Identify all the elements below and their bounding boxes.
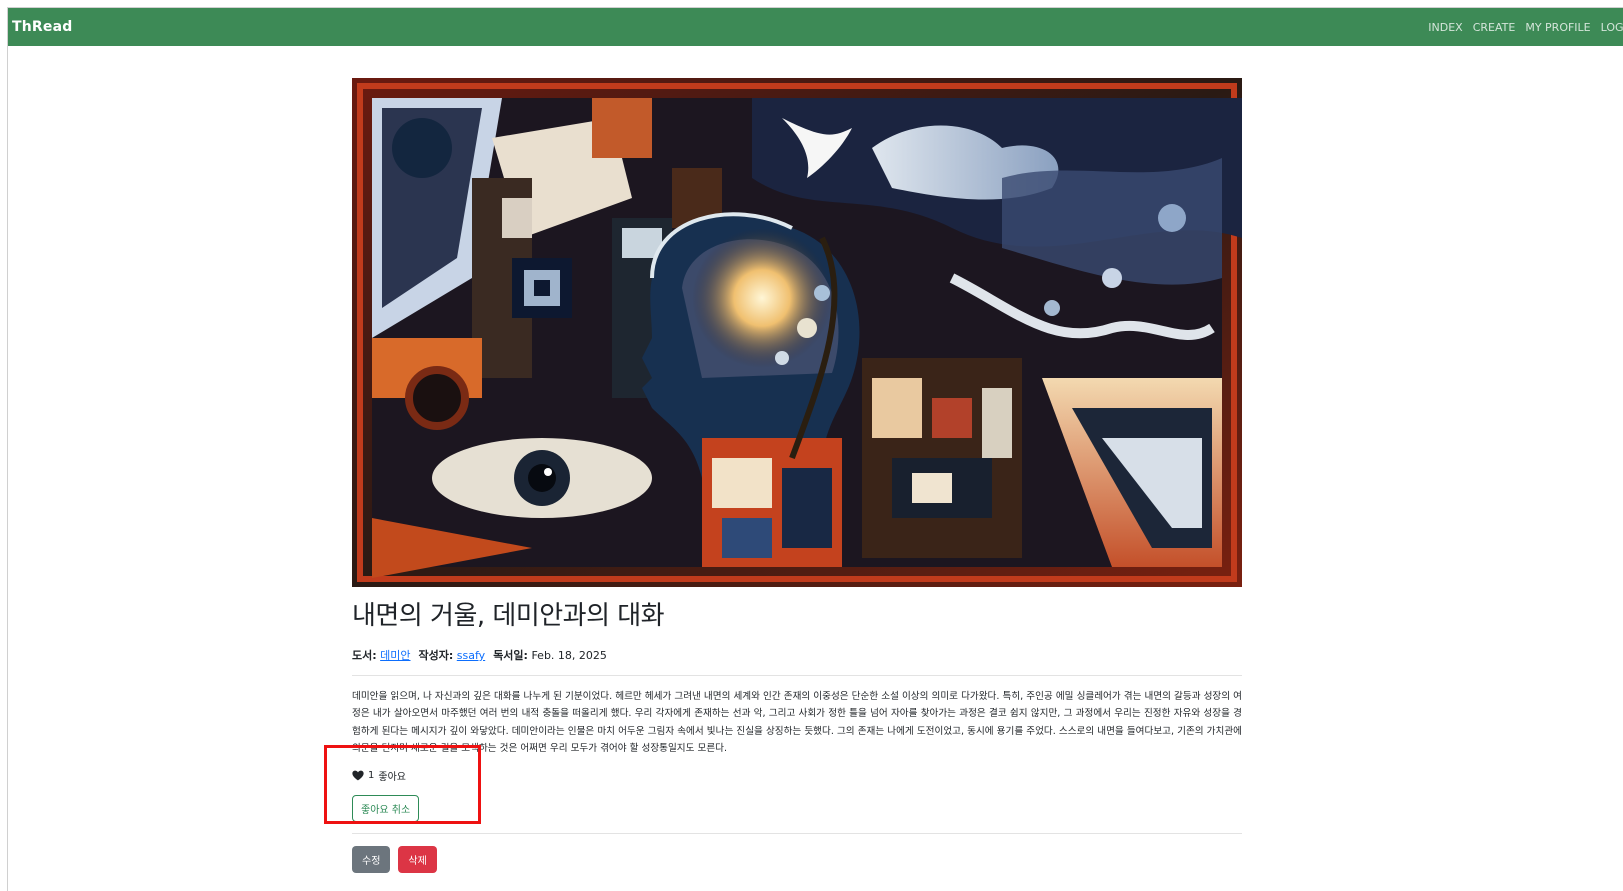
unlike-button[interactable]: 좋아요 취소 [352,794,420,822]
delete-button[interactable]: 삭제 [398,845,437,873]
nav-link-logout[interactable]: LOGOUT [1601,21,1623,34]
nav-link-my-profile[interactable]: MY PROFILE [1525,21,1590,34]
edit-button[interactable]: 수정 [352,845,391,873]
post-cover-image [352,78,1242,587]
post-meta: 도서: 데미안 작성자: ssafy 독서일: Feb. 18, 2025 [352,647,1242,663]
book-link[interactable]: 데미안 [380,649,410,662]
brand-logo[interactable]: ThRead [12,19,72,35]
meta-book-label: 도서: [352,649,377,662]
meta-date: 독서일: Feb. 18, 2025 [493,647,607,663]
browser-viewport: ThRead INDEX CREATE MY PROFILE LOGOUT [7,7,1623,891]
like-count-label: 좋아요 [378,771,406,783]
meta-author: 작성자: ssafy [419,647,486,663]
nav-links: INDEX CREATE MY PROFILE LOGOUT [1428,21,1623,34]
like-count: 1 좋아요 [352,768,1242,783]
like-count-value: 1 [368,769,375,781]
top-navbar: ThRead INDEX CREATE MY PROFILE LOGOUT [8,8,1623,46]
post-body: 데미안을 읽으며, 나 자신과의 깊은 대화를 나누게 된 기분이었다. 헤르만… [352,691,1242,755]
content-divider [352,675,1242,676]
author-link[interactable]: ssafy [457,649,485,662]
meta-author-label: 작성자: [418,649,454,662]
nav-link-index[interactable]: INDEX [1428,21,1462,34]
post-actions: 수정 삭제 [352,845,1242,873]
post-detail: 내면의 거울, 데미안과의 대화 도서: 데미안 작성자: ssafy 독서일:… [352,78,1242,873]
actions-divider [352,832,1242,834]
meta-date-value: Feb. 18, 2025 [531,649,607,662]
meta-date-label: 독서일: [493,649,528,662]
nav-link-create[interactable]: CREATE [1473,21,1516,34]
meta-book: 도서: 데미안 [352,647,411,663]
post-title: 내면의 거울, 데미안과의 대화 [352,601,665,631]
heart-icon [352,770,364,780]
